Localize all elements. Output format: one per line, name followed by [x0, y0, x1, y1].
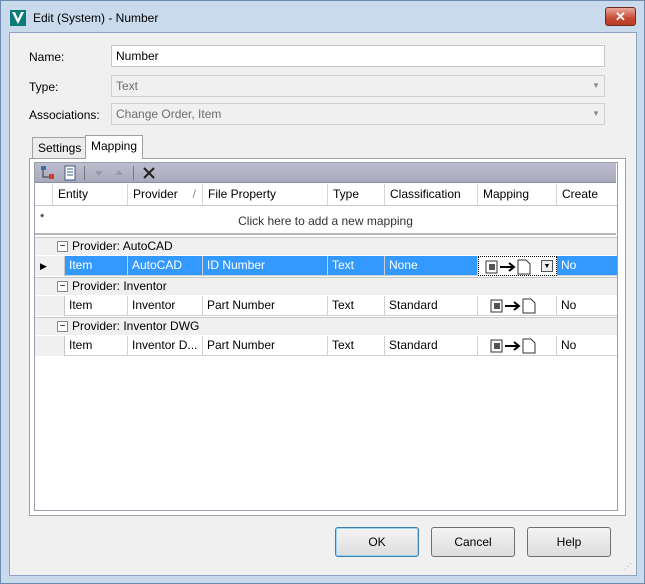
group-header-autocad[interactable]: − Provider: AutoCAD [53, 237, 617, 255]
help-button[interactable]: Help [527, 527, 611, 557]
group-label: Provider: Inventor DWG [72, 319, 200, 333]
toolbar-separator [84, 166, 85, 180]
row-gutter [35, 336, 65, 356]
associations-select[interactable]: Change Order, Item ▼ [111, 103, 605, 125]
cell-create[interactable]: No [557, 336, 617, 356]
tab-settings[interactable]: Settings [32, 137, 88, 159]
tab-mapping[interactable]: Mapping [85, 135, 144, 159]
table-row[interactable]: Item Inventor D... Part Number Text Stan… [65, 336, 617, 356]
sort-icon: / [192, 187, 196, 201]
title-bar[interactable]: Edit (System) - Number ✕ [1, 1, 644, 35]
cell-mapping[interactable] [478, 296, 557, 316]
column-header-mapping[interactable]: Mapping [478, 184, 557, 206]
chevron-down-icon: ▼ [592, 81, 600, 90]
cell-type[interactable]: Text [328, 256, 385, 276]
dialog-window: Edit (System) - Number ✕ Name: Number Ty… [0, 0, 645, 584]
column-header-provider[interactable]: Provider / [128, 184, 203, 206]
cell-file-property[interactable]: Part Number [203, 336, 328, 356]
current-row-icon: ▶ [40, 261, 47, 271]
ok-button[interactable]: OK [335, 527, 419, 557]
close-button[interactable]: ✕ [605, 7, 636, 26]
cell-mapping[interactable]: ▼ [478, 256, 557, 276]
resize-grip-icon[interactable]: ⋰ [624, 562, 632, 571]
column-header-file-property[interactable]: File Property [203, 184, 328, 206]
cell-create[interactable]: No [557, 296, 617, 316]
cell-provider[interactable]: AutoCAD [128, 256, 203, 276]
cell-file-property[interactable]: Part Number [203, 296, 328, 316]
associations-select-value: Change Order, Item [116, 107, 222, 121]
add-mapping-text: Click here to add a new mapping [238, 214, 413, 228]
name-input[interactable]: Number [111, 45, 605, 67]
property-to-file-icon [490, 338, 536, 354]
collapse-icon[interactable]: − [57, 321, 68, 332]
name-label: Name: [29, 50, 65, 64]
delete-icon[interactable] [141, 165, 157, 181]
row-gutter [35, 296, 65, 316]
group-label: Provider: Inventor [72, 279, 167, 293]
associations-label: Associations: [29, 108, 100, 122]
cell-provider[interactable]: Inventor [128, 296, 203, 316]
cell-mapping[interactable] [478, 336, 557, 356]
chevron-down-icon: ▼ [592, 109, 600, 118]
window-title: Edit (System) - Number [33, 11, 159, 25]
column-header-type[interactable]: Type [328, 184, 385, 206]
mapping-grid: Entity Provider / File Property Type Cla… [34, 162, 618, 511]
row-gutter: ▶ [35, 256, 65, 276]
column-header-create[interactable]: Create [557, 184, 617, 206]
properties-icon[interactable] [62, 165, 78, 181]
type-select-value: Text [116, 79, 139, 93]
group-header-inventor-dwg[interactable]: − Provider: Inventor DWG [53, 317, 617, 335]
group-header-inventor[interactable]: − Provider: Inventor [53, 277, 617, 295]
cell-entity[interactable]: Item [65, 336, 128, 356]
cell-entity[interactable]: Item [65, 256, 128, 276]
cell-file-property[interactable]: ID Number [203, 256, 328, 276]
hierarchy-icon[interactable] [40, 165, 56, 181]
app-logo-icon [10, 10, 26, 26]
move-down-icon[interactable] [91, 165, 107, 181]
toolbar-separator [133, 166, 134, 180]
property-to-file-icon [485, 259, 531, 275]
collapse-icon[interactable]: − [57, 241, 68, 252]
cancel-button[interactable]: Cancel [431, 527, 515, 557]
dialog-body: Name: Number Type: Text ▼ Associations: … [9, 32, 637, 576]
add-mapping-row[interactable]: * Click here to add a new mapping [35, 206, 616, 235]
cell-type[interactable]: Text [328, 336, 385, 356]
cell-provider[interactable]: Inventor D... [128, 336, 203, 356]
group-label: Provider: AutoCAD [72, 239, 173, 253]
cell-type[interactable]: Text [328, 296, 385, 316]
cell-entity[interactable]: Item [65, 296, 128, 316]
cell-create[interactable]: No [557, 256, 617, 276]
grid-toolbar [35, 163, 616, 183]
property-to-file-icon [490, 298, 536, 314]
column-header-entity[interactable]: Entity [53, 184, 128, 206]
mapping-tab-panel: Entity Provider / File Property Type Cla… [29, 158, 626, 516]
header-gutter [35, 184, 53, 206]
column-header-classification[interactable]: Classification [385, 184, 478, 206]
cell-classification[interactable]: None [385, 256, 478, 276]
column-header-provider-label: Provider [133, 187, 178, 201]
move-up-icon[interactable] [111, 165, 127, 181]
collapse-icon[interactable]: − [57, 281, 68, 292]
type-label: Type: [29, 80, 59, 94]
table-row[interactable]: Item Inventor Part Number Text Standard … [65, 296, 617, 316]
cell-classification[interactable]: Standard [385, 296, 478, 316]
chevron-down-icon[interactable]: ▼ [541, 260, 553, 272]
table-row[interactable]: Item AutoCAD ID Number Text None ▼ No [65, 256, 617, 276]
cell-classification[interactable]: Standard [385, 336, 478, 356]
type-select[interactable]: Text ▼ [111, 75, 605, 97]
